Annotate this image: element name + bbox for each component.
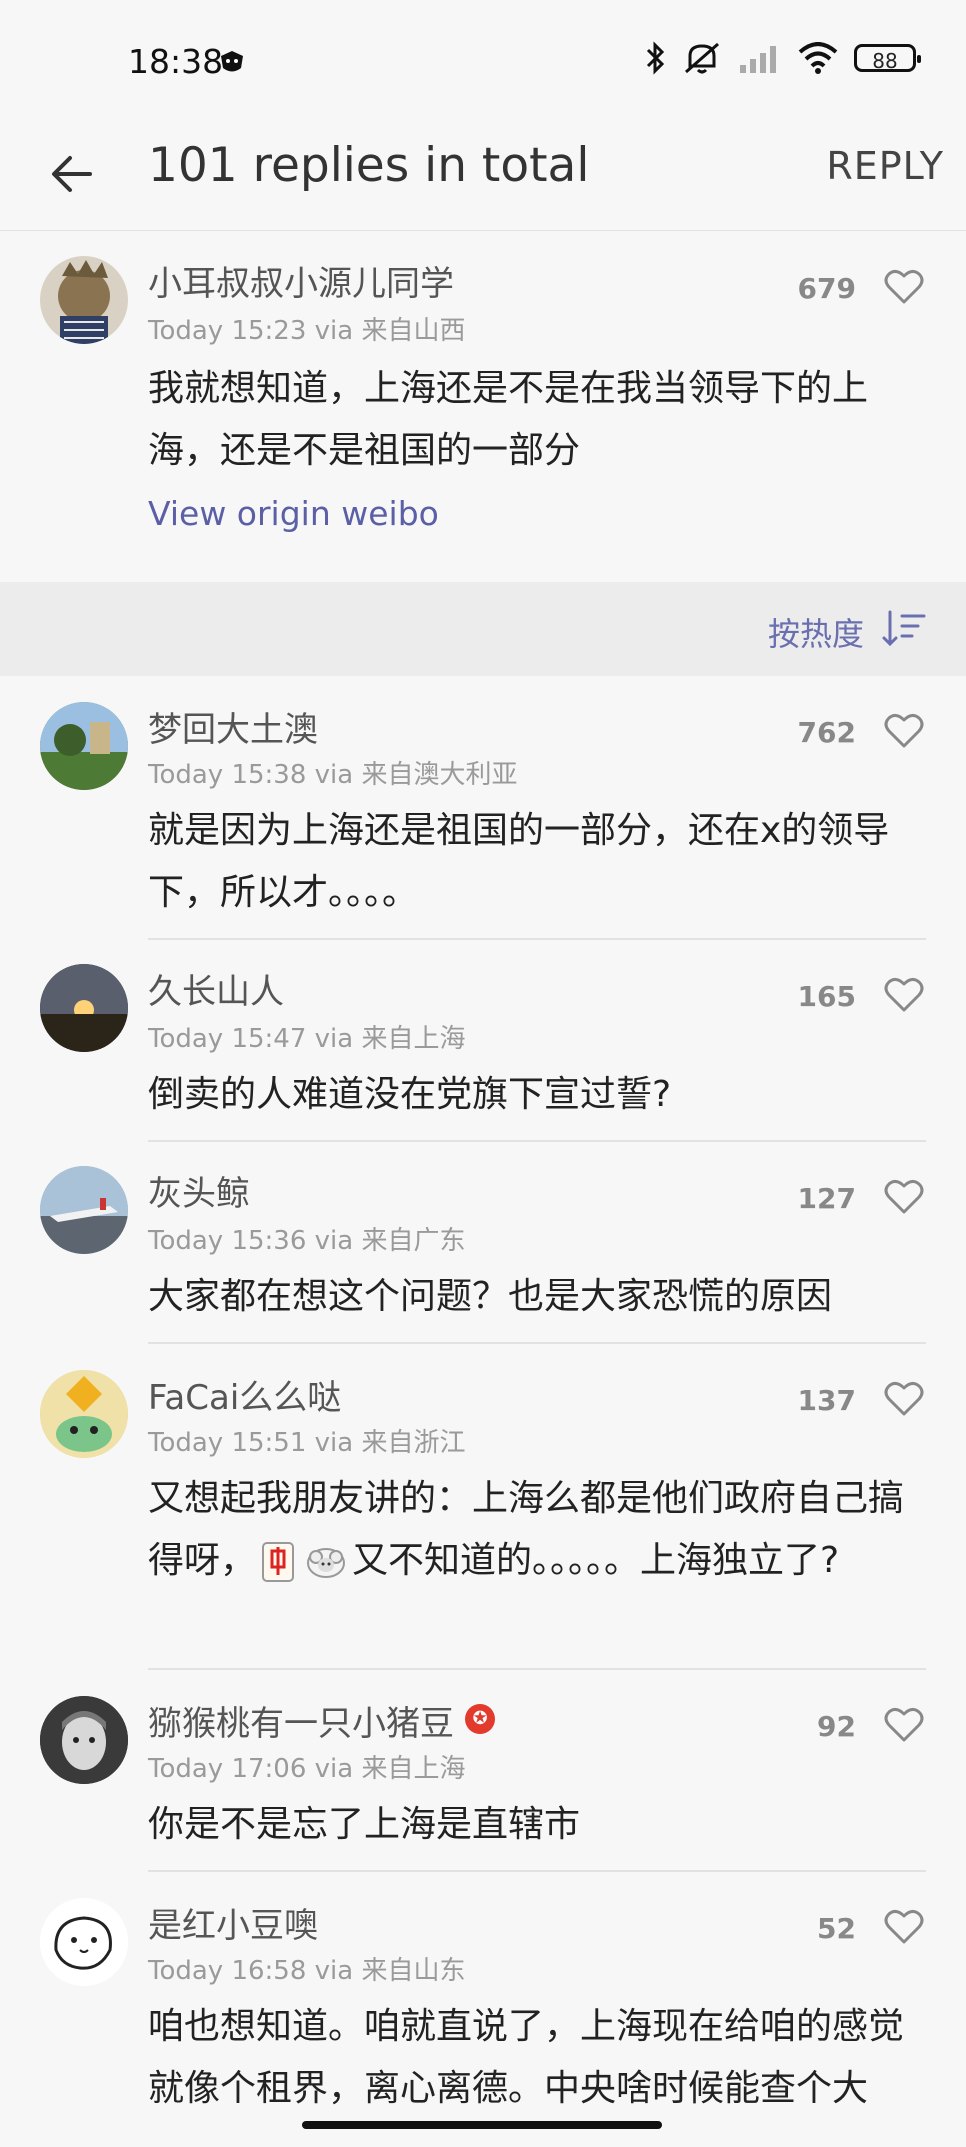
like-count: 762 xyxy=(797,716,856,749)
arrow-left-icon xyxy=(52,156,92,192)
comment-meta: Today 15:51 via 来自浙江 xyxy=(148,1428,466,1458)
comment-meta: Today 16:58 via 来自山东 xyxy=(148,1956,466,1986)
like-count: 127 xyxy=(797,1182,856,1215)
user-name[interactable]: 灰头鲸 xyxy=(148,1166,250,1215)
comment-meta: Today 15:47 via 来自上海 xyxy=(148,1024,466,1054)
status-bar: 18:38 88 xyxy=(0,0,966,120)
avatar[interactable] xyxy=(40,1166,128,1254)
comment-text: 咱也想知道。咱就直说了，上海现在给咱的感觉就像个租界，离心离德。中央啥时候能查个… xyxy=(148,2006,905,2109)
like-count: 52 xyxy=(817,1912,856,1945)
page-title: 101 replies in total xyxy=(148,138,590,193)
sort-hot-button[interactable]: 按热度 xyxy=(768,609,864,655)
comment-item[interactable]: FaCai么么哒 Today 15:51 via 来自浙江 137 又想起我朋友… xyxy=(0,1344,966,1670)
heart-icon[interactable] xyxy=(884,976,924,1012)
signal-icon xyxy=(740,46,776,73)
comment-meta: Today 15:38 via 来自澳大利亚 xyxy=(148,760,518,790)
avatar[interactable] xyxy=(40,702,128,790)
sort-icon[interactable] xyxy=(882,610,926,648)
user-name[interactable]: 久长山人 xyxy=(148,964,284,1013)
heart-icon[interactable] xyxy=(884,268,924,304)
avatar[interactable] xyxy=(40,964,128,1052)
top-bar: 101 replies in total REPLY xyxy=(0,120,966,231)
avatar[interactable] xyxy=(40,1370,128,1458)
comment-text: 你是不是忘了上海是直辖市 xyxy=(148,1804,581,1845)
avatar[interactable] xyxy=(40,1696,128,1784)
comment-text-part: 又不知道的。。。。。上海独立了? xyxy=(352,1540,840,1581)
wifi-icon xyxy=(798,42,838,74)
heart-icon[interactable] xyxy=(884,1706,924,1742)
reply-button[interactable]: REPLY xyxy=(826,144,944,188)
user-name[interactable]: FaCai么么哒 xyxy=(148,1370,341,1419)
origin-post: 小耳叔叔小源儿同学 Today 15:23 via 来自山西 679 我就想知道… xyxy=(0,232,966,582)
user-name[interactable]: 小耳叔叔小源儿同学 xyxy=(148,256,454,305)
comment-item[interactable]: 灰头鲸 Today 15:36 via 来自广东 127 大家都在想这个问题？也… xyxy=(0,1142,966,1344)
privacy-icon xyxy=(221,51,243,72)
comment-text: 倒卖的人难道没在党旗下宣过誓? xyxy=(148,1074,672,1115)
comment-text: 就是因为上海还是祖国的一部分，还在x的领导下，所以才。。。。 xyxy=(148,810,890,913)
like-count: 165 xyxy=(797,980,856,1013)
comment-item[interactable]: 久长山人 Today 15:47 via 来自上海 165 倒卖的人难道没在党旗… xyxy=(0,940,966,1142)
user-name[interactable]: 是红小豆噢 xyxy=(148,1898,318,1947)
post-meta: Today 15:23 via 来自山西 xyxy=(148,316,466,346)
home-indicator[interactable] xyxy=(302,2121,662,2129)
view-origin-link[interactable]: View origin weibo xyxy=(148,494,439,533)
comment-item[interactable]: 是红小豆噢 Today 16:58 via 来自山东 52 咱也想知道。咱就直说… xyxy=(0,1872,966,2132)
battery-indicator: 88 xyxy=(854,44,921,73)
avatar[interactable] xyxy=(40,1898,128,1986)
comment-meta: Today 15:36 via 来自广东 xyxy=(148,1226,466,1256)
like-count: 679 xyxy=(797,272,856,305)
comment-text: 大家都在想这个问题？也是大家恐慌的原因 xyxy=(148,1276,833,1317)
heart-icon[interactable] xyxy=(884,1908,924,1944)
verified-badge-icon: ✪ xyxy=(465,1704,495,1734)
heart-icon[interactable] xyxy=(884,1380,924,1416)
heart-icon[interactable] xyxy=(884,1178,924,1214)
comment-item[interactable]: 猕猴桃有一只小猪豆 ✪ Today 17:06 via 来自上海 92 你是不是… xyxy=(0,1670,966,1872)
comment-meta: Today 17:06 via 来自上海 xyxy=(148,1754,466,1784)
comment-text: 我就想知道，上海还是不是在我当领导下的上海，还是不是祖国的一部分 xyxy=(148,368,869,471)
sort-bar: 按热度 xyxy=(0,582,966,676)
user-name[interactable]: 梦回大土澳 xyxy=(148,702,318,751)
bluetooth-icon xyxy=(646,41,665,75)
like-count: 137 xyxy=(797,1384,856,1417)
back-button[interactable] xyxy=(40,142,104,206)
comment-text: 又想起我朋友讲的：上海么都是他们政府自己搞得呀， 又不知道的。。。。。上海独立了… xyxy=(148,1468,918,1592)
mahjong-tile-icon xyxy=(262,1542,295,1582)
sheep-icon xyxy=(307,1548,346,1578)
status-icons: 88 xyxy=(644,40,921,76)
status-time: 18:38 xyxy=(128,42,224,81)
heart-icon[interactable] xyxy=(884,712,924,748)
user-name[interactable]: 猕猴桃有一只小猪豆 xyxy=(148,1696,454,1745)
avatar[interactable] xyxy=(40,256,128,344)
mute-icon xyxy=(685,42,719,74)
comment-item[interactable]: 梦回大土澳 Today 15:38 via 来自澳大利亚 762 就是因为上海还… xyxy=(0,676,966,940)
like-count: 92 xyxy=(817,1710,856,1743)
